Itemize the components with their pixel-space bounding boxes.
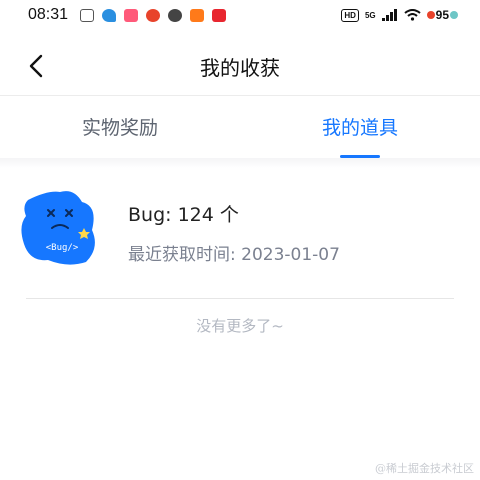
item-acquired-time: 最近获取时间: 2023-01-07 <box>128 245 340 265</box>
red-app-icon <box>146 9 160 22</box>
bird-app-icon <box>102 9 116 22</box>
page-title: 我的收获 <box>200 56 280 80</box>
signal-icon <box>381 9 397 21</box>
tab-my-items[interactable]: 我的道具 <box>240 97 480 161</box>
list-divider <box>26 298 454 299</box>
battery-dot-icon <box>426 11 435 19</box>
status-time: 08:31 <box>28 6 69 23</box>
tab-bar: 实物奖励 我的道具 <box>0 97 480 161</box>
wifi-icon <box>404 9 421 21</box>
mall-app-icon <box>212 9 226 22</box>
orange-app-icon <box>190 9 204 22</box>
watermark: @稀土掘金技术社区 <box>375 462 474 475</box>
tab-divider-shadow <box>0 158 480 168</box>
network-type: 5G <box>364 10 376 20</box>
shopping-app-icon <box>124 9 138 22</box>
charging-icon <box>450 11 458 19</box>
app-notification-icon <box>80 9 94 22</box>
notification-icons <box>80 9 226 22</box>
tab-physical-rewards[interactable]: 实物奖励 <box>0 97 240 161</box>
status-bar: 08:31 HD 5G 95 <box>0 0 480 34</box>
bug-mascot-icon: <Bug/> <box>21 191 95 265</box>
battery-indicator: 95 <box>426 8 458 22</box>
bug-mascot-label: <Bug/> <box>46 243 79 253</box>
no-more-text: 没有更多了~ <box>196 317 284 335</box>
hd-badge: HD <box>341 8 359 22</box>
compass-app-icon <box>168 9 182 22</box>
item-name-count: Bug: 124 个 <box>128 204 239 226</box>
status-right: HD 5G 95 <box>341 8 458 22</box>
battery-level: 95 <box>435 8 449 22</box>
nav-bar: 我的收获 <box>0 34 480 96</box>
item-card: <Bug/> Bug: 124 个 最近获取时间: 2023-01-07 <box>18 186 462 276</box>
